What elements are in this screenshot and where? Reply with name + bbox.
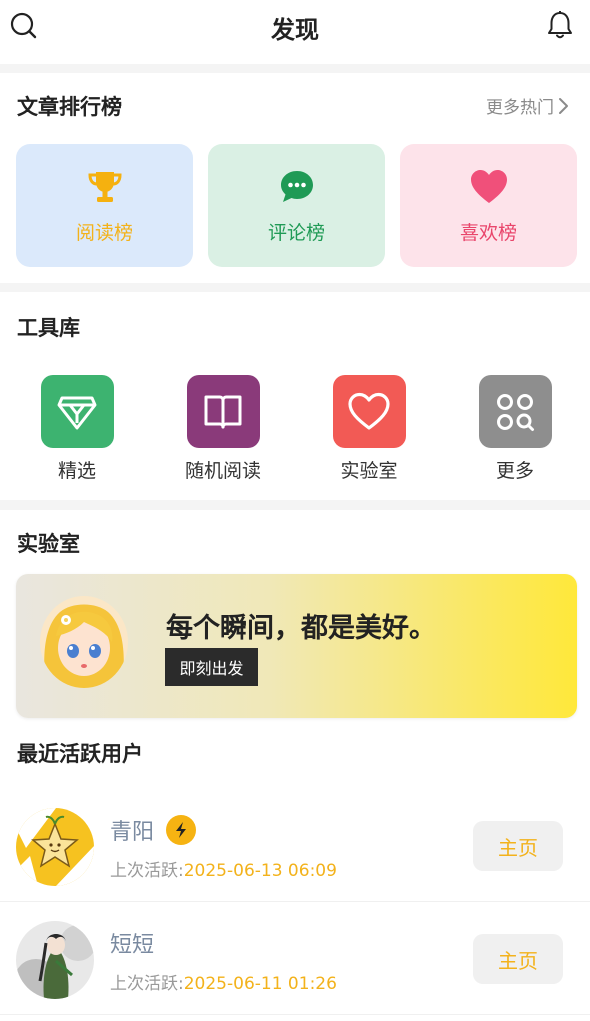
- section-title: 实验室: [17, 532, 80, 556]
- last-active-time: 2025-06-11 01:26: [183, 974, 337, 994]
- random-read-label: 随机阅读: [184, 460, 261, 482]
- heart-outline-icon: [348, 392, 390, 430]
- reading-rank-card[interactable]: 阅读榜: [16, 144, 193, 267]
- heart-icon: [470, 170, 507, 203]
- chat-bubble-icon: [280, 171, 313, 202]
- lab-tile: [332, 375, 406, 448]
- more-tile: [478, 375, 552, 448]
- user-home-button[interactable]: 主页: [473, 934, 563, 984]
- section-title: 文章排行榜: [17, 95, 122, 119]
- page-title: 发现: [271, 16, 319, 44]
- user-row: 短短 上次活跃:2025-06-11 01:26 主页: [0, 903, 590, 1015]
- lab-label: 实验室: [340, 460, 398, 482]
- lab-banner[interactable]: 每个瞬间，都是美好。 即刻出发: [16, 574, 577, 718]
- start-now-button[interactable]: 即刻出发: [165, 648, 258, 686]
- user-name: 短短: [110, 933, 155, 958]
- user-name-line: 短短: [110, 927, 154, 959]
- diamond-icon: [57, 396, 97, 429]
- last-active: 上次活跃:2025-06-11 01:26: [110, 969, 337, 994]
- reading-rank-label: 阅读榜: [75, 222, 133, 244]
- last-active-prefix: 上次活跃:: [110, 974, 184, 994]
- banner-slogan: 每个瞬间，都是美好。: [166, 613, 436, 644]
- tool-library-section: 工具库 精选 随机阅读 实验室 更多: [0, 292, 590, 500]
- article-ranking-section: 文章排行榜 更多热门 阅读榜 评论榜 喜欢榜: [0, 73, 590, 283]
- like-rank-card[interactable]: 喜欢榜: [400, 144, 577, 267]
- last-active-time: 2025-06-13 06:09: [183, 861, 337, 881]
- chevron-right-icon: [559, 97, 568, 114]
- section-title: 工具库: [17, 316, 80, 340]
- tool-random-read[interactable]: 随机阅读: [168, 375, 278, 483]
- more-label: 更多: [495, 460, 534, 482]
- like-rank-label: 喜欢榜: [459, 222, 517, 244]
- bell-icon[interactable]: [546, 10, 574, 40]
- user-row: 青阳 上次活跃:2025-06-13 06:09 主页: [0, 790, 590, 902]
- user-name: 青阳: [110, 820, 155, 845]
- last-active: 上次活跃:2025-06-13 06:09: [110, 856, 337, 881]
- more-hot-link[interactable]: 更多热门: [486, 93, 570, 118]
- user-home-button[interactable]: 主页: [473, 821, 563, 871]
- user-avatar[interactable]: [16, 808, 94, 886]
- tool-featured[interactable]: 精选: [22, 375, 132, 483]
- featured-label: 精选: [57, 460, 96, 482]
- trophy-icon: [87, 172, 122, 202]
- anime-girl-avatar: [40, 596, 128, 688]
- active-users-title: 最近活跃用户: [17, 742, 143, 766]
- user-avatar[interactable]: [16, 921, 94, 999]
- random-read-tile: [186, 375, 260, 448]
- comment-rank-label: 评论榜: [267, 222, 325, 244]
- lightning-badge-icon: [166, 815, 197, 845]
- lab-section: 实验室 每个瞬间，都是美好。 即刻出发 最近活跃用户 青阳 上次活跃:2025-…: [0, 510, 590, 1021]
- open-book-icon: [204, 395, 242, 428]
- featured-tile: [40, 375, 114, 448]
- grid-search-icon: [497, 393, 534, 431]
- user-name-line: 青阳: [110, 814, 197, 846]
- more-hot-label: 更多热门: [486, 98, 554, 118]
- top-bar: 发现: [0, 0, 590, 64]
- tool-more[interactable]: 更多: [460, 375, 570, 483]
- comment-rank-card[interactable]: 评论榜: [208, 144, 385, 267]
- tool-lab[interactable]: 实验室: [314, 375, 424, 483]
- last-active-prefix: 上次活跃:: [110, 861, 184, 881]
